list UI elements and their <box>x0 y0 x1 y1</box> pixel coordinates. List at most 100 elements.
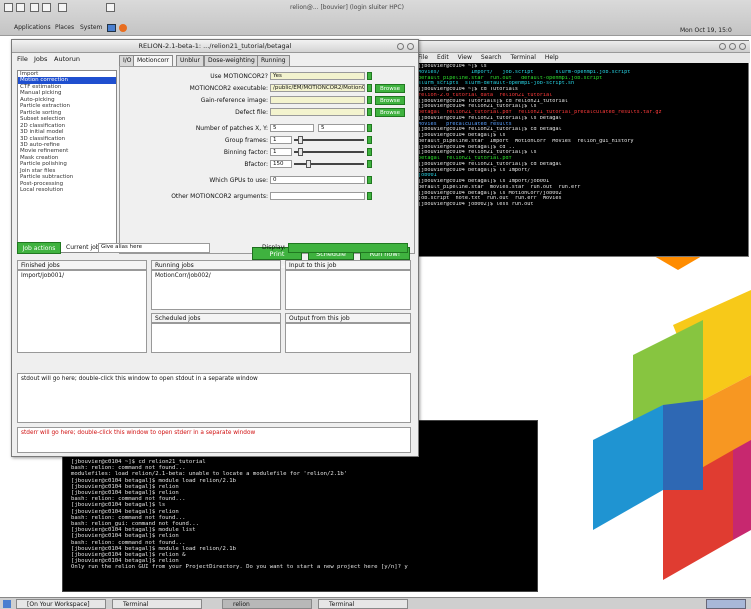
network-icon[interactable] <box>30 3 39 12</box>
relion-titlebar[interactable]: RELION-2.1-beta-1: .../relion21_tutorial… <box>12 40 418 53</box>
list-item[interactable]: Import/job001/ <box>18 271 146 282</box>
stdout-panel[interactable]: stdout will go here; double-click this w… <box>17 373 411 423</box>
logo-shape-darkblue <box>663 400 703 490</box>
terminal-menu-item[interactable]: Search <box>481 54 502 61</box>
running-jobs-header: Running jobs <box>151 260 281 270</box>
browse-defect-button[interactable]: Browse <box>375 108 405 117</box>
maximize-icon[interactable] <box>397 43 404 50</box>
taskbar-item-terminal-2[interactable]: Terminal <box>318 599 408 609</box>
help-button[interactable] <box>367 192 372 200</box>
menu-jobs[interactable]: Jobs <box>34 55 47 63</box>
bfactor-input[interactable]: 150 <box>270 160 292 168</box>
terminal-right-window[interactable]: File Edit View Search Terminal Help [jbouvier… <box>413 40 750 258</box>
bfactor-slider[interactable] <box>294 160 364 168</box>
other-args-input[interactable] <box>270 192 365 200</box>
input-to-job-header: Input to this job <box>285 260 411 270</box>
terminal-output[interactable]: [jbouvier@c0104 ~]$ ls Movies/ Import/ jo… <box>414 63 750 258</box>
logo-shape-blue <box>593 405 663 530</box>
patches-label: Number of patches X, Y: <box>195 125 268 132</box>
input-to-job-list[interactable] <box>285 270 411 310</box>
tab-unblur[interactable]: Unblur <box>176 55 204 66</box>
help-button[interactable] <box>367 160 372 168</box>
places-menu[interactable]: Places <box>55 24 74 31</box>
help-button[interactable] <box>367 136 372 144</box>
patches-x-input[interactable]: 5 <box>270 124 314 132</box>
help-button[interactable] <box>367 148 372 156</box>
slider-handle[interactable] <box>306 160 311 168</box>
gpu-input[interactable]: 0 <box>270 176 365 184</box>
relion-window[interactable]: RELION-2.1-beta-1: .../relion21_tutorial… <box>11 39 419 457</box>
gain-reference-label: Gain-reference image: <box>200 97 268 104</box>
top-panel: relion@... [bouvier] (login sluiter HPC)… <box>0 0 751 36</box>
defect-file-label: Defect file: <box>235 109 268 116</box>
menu-file[interactable]: File <box>17 55 28 63</box>
finished-jobs-list[interactable]: Import/job001/ <box>17 270 147 353</box>
applications-menu[interactable]: Applications <box>14 24 51 31</box>
output-from-job-header: Output from this job <box>285 313 411 323</box>
stdout-hint: stdout will go here; double-click this w… <box>21 376 258 382</box>
tab-dose-weighting[interactable]: Dose-weighting <box>204 55 259 66</box>
scheduled-jobs-list[interactable] <box>151 323 281 353</box>
taskbar-item-relion[interactable]: relion <box>222 599 312 609</box>
group-frames-slider[interactable] <box>294 136 364 144</box>
close-icon[interactable] <box>739 43 746 50</box>
clock[interactable]: Mon Oct 19, 15:0 <box>680 27 732 34</box>
motioncor2-exe-input[interactable]: /public/EM/MOTIONCOR2/MotionCor2_1.0.4 <box>270 84 365 92</box>
help-button[interactable] <box>367 108 372 116</box>
close-icon[interactable] <box>106 3 115 12</box>
binning-input[interactable]: 1 <box>270 148 292 156</box>
terminal-titlebar[interactable] <box>414 41 750 53</box>
running-jobs-list[interactable]: MotionCorr/job002/ <box>151 270 281 310</box>
help-button[interactable] <box>367 124 372 132</box>
show-desktop-icon[interactable] <box>3 600 11 608</box>
help-button[interactable] <box>367 96 372 104</box>
stderr-panel[interactable]: stderr will go here; double-click this w… <box>17 427 411 453</box>
job-type-list[interactable]: Import Motion correction CTF estimation Man… <box>17 70 117 253</box>
app-icon[interactable] <box>4 3 13 12</box>
close-icon[interactable] <box>407 43 414 50</box>
terminal-menu-item[interactable]: Terminal <box>511 54 536 61</box>
folder-icon[interactable] <box>16 3 25 12</box>
group-frames-input[interactable]: 1 <box>270 136 292 144</box>
terminal-launcher-icon[interactable] <box>107 24 116 32</box>
workspace-switcher[interactable] <box>706 599 746 609</box>
browser-launcher-icon[interactable] <box>119 24 127 32</box>
terminal-menu-item[interactable]: File <box>418 54 428 61</box>
patches-y-input[interactable]: 5 <box>318 124 365 132</box>
gpu-label: Which GPUs to use: <box>209 177 268 184</box>
help-button[interactable] <box>367 72 372 80</box>
output-from-job-list[interactable] <box>285 323 411 353</box>
job-type-item[interactable]: Local resolution <box>18 187 116 193</box>
other-args-label: Other MOTIONCOR2 arguments: <box>171 193 268 200</box>
display-select[interactable] <box>288 243 408 253</box>
browse-exe-button[interactable]: Browse <box>375 84 405 93</box>
current-job-alias-input[interactable]: Give alias here <box>98 243 210 253</box>
maximize-icon[interactable] <box>729 43 736 50</box>
browse-gain-button[interactable]: Browse <box>375 96 405 105</box>
slider-handle[interactable] <box>298 148 303 156</box>
system-menu[interactable]: System <box>80 24 102 31</box>
settings-icon[interactable] <box>42 3 51 12</box>
taskbar-item-terminal[interactable]: Terminal <box>112 599 202 609</box>
menu-autorun[interactable]: Autorun <box>54 55 80 63</box>
use-motioncor2-label: Use MOTIONCOR2? <box>210 73 268 80</box>
use-motioncor2-select[interactable]: Yes <box>270 72 365 80</box>
gain-reference-input[interactable] <box>270 96 365 104</box>
help-button[interactable] <box>367 84 372 92</box>
terminal-menu-item[interactable]: Help <box>545 54 559 61</box>
list-item[interactable]: MotionCorr/job002/ <box>152 271 280 282</box>
current-job-label: Current job: <box>66 244 102 251</box>
tab-motioncorr[interactable]: Motioncorr <box>133 55 174 66</box>
tool-icon[interactable] <box>58 3 67 12</box>
slider-handle[interactable] <box>298 136 303 144</box>
taskbar-item-workspace[interactable]: [On Your Workspace] <box>16 599 106 609</box>
job-actions-button[interactable]: Job actions <box>17 242 61 254</box>
terminal-menu-item[interactable]: View <box>458 54 472 61</box>
minimize-icon[interactable] <box>719 43 726 50</box>
bfactor-label: Bfactor: <box>244 161 268 168</box>
tab-running[interactable]: Running <box>257 55 290 66</box>
help-button[interactable] <box>367 176 372 184</box>
defect-file-input[interactable] <box>270 108 365 116</box>
binning-slider[interactable] <box>294 148 364 156</box>
terminal-menu-item[interactable]: Edit <box>437 54 449 61</box>
